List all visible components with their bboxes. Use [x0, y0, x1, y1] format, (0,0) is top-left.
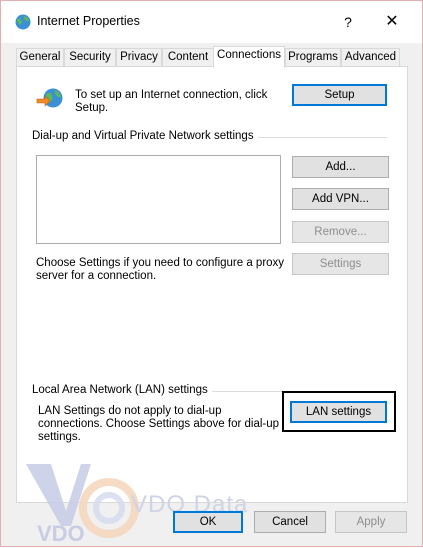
- watermark-logo-text: VDO: [37, 521, 85, 546]
- lan-description: LAN Settings do not apply to dial-up con…: [38, 405, 280, 443]
- tab-privacy[interactable]: Privacy: [116, 48, 162, 67]
- setup-button[interactable]: Setup: [292, 84, 387, 106]
- connections-list[interactable]: [36, 155, 281, 244]
- title-bar: Internet Properties ? ✕: [1, 1, 422, 43]
- close-button[interactable]: ✕: [379, 9, 405, 35]
- lan-heading: Local Area Network (LAN) settings: [32, 384, 212, 396]
- tab-advanced[interactable]: Advanced: [341, 48, 400, 67]
- ok-button[interactable]: OK: [173, 511, 243, 533]
- add-button[interactable]: Add...: [292, 156, 389, 178]
- add-vpn-button[interactable]: Add VPN...: [292, 188, 389, 210]
- connections-panel: To set up an Internet connection, click …: [16, 66, 408, 503]
- tab-programs[interactable]: Programs: [285, 48, 341, 67]
- cancel-button[interactable]: Cancel: [254, 511, 326, 533]
- apply-button[interactable]: Apply: [335, 511, 407, 533]
- lan-settings-highlight: [282, 391, 396, 432]
- remove-button[interactable]: Remove...: [292, 221, 389, 243]
- settings-button[interactable]: Settings: [292, 253, 389, 275]
- help-button[interactable]: ?: [337, 9, 359, 35]
- setup-description: To set up an Internet connection, click …: [75, 89, 268, 114]
- internet-properties-window: Internet Properties ? ✕ General Security…: [0, 0, 423, 547]
- window-title: Internet Properties: [37, 14, 140, 28]
- dialup-heading: Dial-up and Virtual Private Network sett…: [32, 130, 258, 142]
- setup-connection-icon: [36, 88, 63, 108]
- proxy-hint: Choose Settings if you need to configure…: [36, 257, 285, 282]
- tab-general[interactable]: General: [16, 48, 64, 67]
- tab-content[interactable]: Content: [162, 48, 214, 67]
- tab-security[interactable]: Security: [64, 48, 116, 67]
- internet-globe-icon: [15, 14, 31, 30]
- tab-connections[interactable]: Connections: [213, 46, 285, 68]
